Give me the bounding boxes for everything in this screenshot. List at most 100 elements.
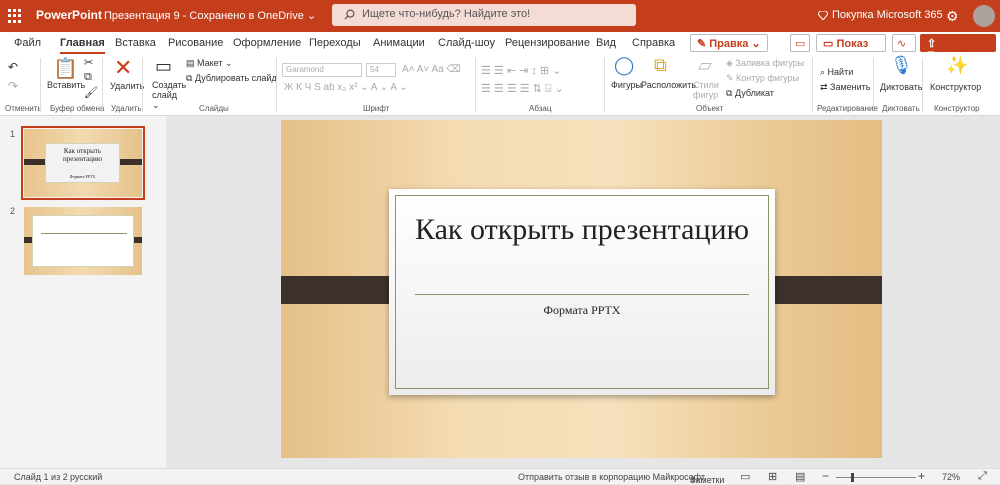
tab-file[interactable]: Файл — [14, 37, 41, 49]
tab-help[interactable]: Справка — [632, 37, 675, 49]
font-format-icons[interactable]: Ж К Ч S ab x₂ x² ⌄ A ⌄ A ⌄ — [284, 82, 408, 93]
cut-icon[interactable]: ✂ — [84, 56, 93, 69]
divider — [102, 58, 103, 112]
zoom-out-icon[interactable]: − — [822, 469, 829, 483]
divider — [604, 58, 605, 112]
slide-thumbnail-1[interactable]: Как открыть презентацию Формата PPTX — [21, 126, 145, 200]
arrange-button[interactable]: Расположить — [641, 80, 696, 90]
find-icon: ⌕ — [820, 67, 828, 77]
slide-thumbnail-2[interactable] — [24, 207, 142, 275]
share-icon: ⇧ — [927, 38, 937, 50]
zoom-slider-handle[interactable] — [851, 473, 854, 482]
find-button[interactable]: ⌕ Найти — [820, 67, 853, 78]
tab-transitions[interactable]: Переходы — [309, 37, 361, 49]
list-icons[interactable]: ☰ ☰ ⇤ ⇥ ↕ ⊞ ⌄ — [481, 64, 561, 77]
shape-fill-button[interactable]: ◈ Заливка фигуры — [726, 58, 804, 69]
editing-mode-button[interactable]: ✎ Правка ⌄ — [690, 34, 768, 52]
slide-divider-line — [415, 294, 749, 295]
comment-icon[interactable]: ▭ — [790, 34, 810, 52]
buy-microsoft-365-link[interactable]: Покупка Microsoft 365 — [817, 9, 943, 21]
settings-gear-icon[interactable]: ⚙ — [946, 8, 959, 25]
present-button[interactable]: ▭ Показ ⌄ — [816, 34, 886, 63]
shapes-icon[interactable]: ◯ — [614, 55, 634, 76]
search-input[interactable]: Ищете что-нибудь? Найдите это! — [332, 4, 636, 26]
sorter-view-icon[interactable]: ⊞ — [768, 470, 777, 483]
slide-title-card: Как открыть презентацию Формата PPTX — [389, 189, 775, 395]
undo-icon[interactable]: ↶ — [8, 60, 18, 74]
delete-slide-icon[interactable]: ✕ — [114, 55, 132, 81]
avatar[interactable] — [973, 5, 995, 27]
tab-home[interactable]: Главная — [60, 37, 105, 54]
app-name[interactable]: PowerPoint — [36, 8, 102, 22]
clipboard-group-label: Буфер обмена — [50, 104, 105, 113]
tab-review[interactable]: Рецензирование — [505, 37, 590, 49]
language[interactable]: русский — [70, 472, 102, 482]
replace-label: Заменить — [830, 82, 871, 92]
copy-icon[interactable]: ⧉ — [84, 71, 92, 84]
thumb-card — [32, 215, 134, 267]
paste-button[interactable]: Вставить — [47, 80, 85, 90]
font-group-label: Шрифт — [363, 104, 390, 113]
share-button[interactable]: ⇧ Поделиться — [920, 34, 996, 62]
activity-icon[interactable]: ∿ — [892, 34, 916, 52]
font-size-select[interactable]: 54 — [366, 63, 396, 77]
paste-icon[interactable]: 📋 — [53, 56, 78, 81]
status-bar: Слайд 1 из 2 русский Отправить отзыв в к… — [0, 468, 1000, 485]
font-family-select[interactable]: Garamond — [282, 63, 362, 77]
microphone-icon[interactable]: 🎙 — [890, 55, 913, 76]
undo-group-label: Отменить — [5, 104, 42, 113]
find-label: Найти — [827, 67, 854, 77]
shapes-button[interactable]: Фигуры — [611, 80, 642, 90]
slide-title[interactable]: Как открыть презентацию — [389, 209, 775, 250]
duplicate-object-label: Дубликат — [734, 88, 774, 98]
thumb-subtitle: Формата PPTX — [69, 174, 96, 179]
align-icons[interactable]: ☰ ☰ ☰ ☰ ⇅ ⌸ ⌄ — [481, 82, 564, 96]
shape-styles-button[interactable]: Стили фигур — [693, 80, 719, 100]
shape-outline-button[interactable]: ✎ Контур фигуры — [726, 73, 799, 84]
duplicate-slide-button[interactable]: ⧉ Дублировать слайд — [186, 73, 277, 84]
tab-draw[interactable]: Рисование — [168, 37, 223, 49]
layout-button[interactable]: ▤ Макет ⌄ — [186, 58, 233, 69]
redo-icon[interactable]: ↷ — [8, 79, 18, 93]
designer-group-label: Конструктор — [934, 104, 980, 113]
thumb-rule — [41, 233, 127, 234]
zoom-slider[interactable] — [836, 477, 916, 478]
tab-slideshow[interactable]: Слайд-шоу — [438, 37, 495, 49]
replace-button[interactable]: ⇄ Заменить — [820, 82, 871, 93]
normal-view-icon[interactable]: ▭ — [740, 470, 750, 483]
app-launcher-icon[interactable] — [8, 9, 22, 23]
delete-slide-button[interactable]: Удалить — [110, 81, 144, 91]
font-grow-icon[interactable]: A˄ A˅ Aa ⌫ — [402, 64, 461, 75]
slide-subtitle[interactable]: Формата PPTX — [389, 303, 775, 318]
delete-group-label: Удалить — [111, 104, 142, 113]
reading-view-icon[interactable]: ▤ — [795, 470, 805, 483]
present-label: Показ — [836, 38, 869, 50]
dictation-group-label: Диктовать — [882, 104, 920, 113]
paragraph-group-label: Абзац — [529, 104, 552, 113]
fill-label: Заливка фигуры — [735, 58, 805, 68]
slide-number: 2 — [10, 206, 16, 216]
divider — [142, 58, 143, 112]
new-slide-icon[interactable]: ▭ — [155, 56, 172, 77]
duplicate-object-button[interactable]: ⧉ Дубликат — [726, 88, 774, 99]
tab-animations[interactable]: Анимации — [373, 37, 425, 49]
zoom-in-icon[interactable]: + — [918, 469, 925, 483]
new-slide-button[interactable]: Создать слайд ⌄ — [152, 80, 186, 110]
tab-view[interactable]: Вид — [596, 37, 616, 49]
zoom-level[interactable]: 72% — [942, 472, 960, 482]
designer-icon[interactable]: ✨ — [946, 55, 968, 76]
divider — [40, 58, 41, 112]
feedback-link[interactable]: Отправить отзыв в корпорацию Майкрософт — [518, 472, 705, 482]
divider — [922, 58, 923, 112]
current-slide[interactable]: Как открыть презентацию Формата PPTX — [281, 120, 882, 458]
tab-insert[interactable]: Вставка — [115, 37, 156, 49]
format-painter-icon[interactable]: 🖌 — [84, 86, 98, 99]
tab-design[interactable]: Оформление — [233, 37, 301, 49]
designer-button[interactable]: Конструктор — [930, 82, 981, 92]
shape-styles-icon[interactable]: ▱ — [698, 55, 712, 76]
fit-slide-icon[interactable]: ⤢ — [978, 470, 987, 483]
thumb-card: Как открыть презентацию Формата PPTX — [45, 143, 120, 183]
arrange-icon[interactable]: ⧉ — [654, 55, 667, 76]
dictate-button[interactable]: Диктовать — [880, 82, 923, 92]
document-title[interactable]: Презентация 9 - Сохранено в OneDrive ⌄ — [104, 9, 316, 22]
